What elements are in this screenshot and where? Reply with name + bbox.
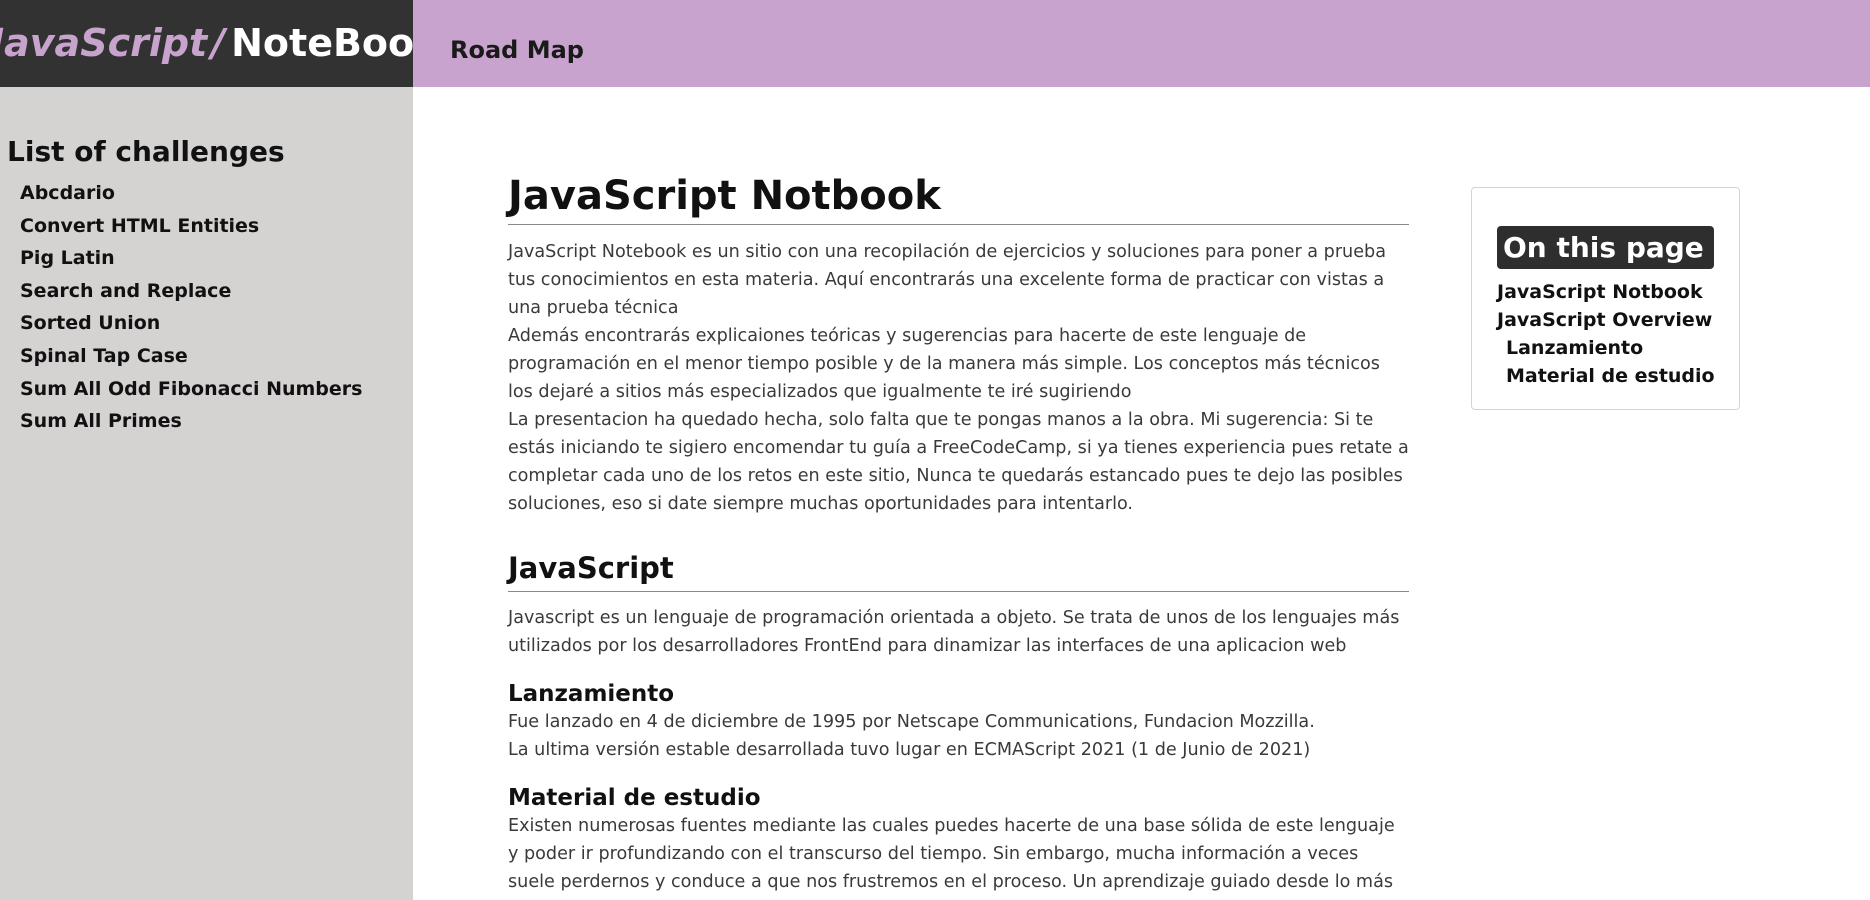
javascript-paragraph: Javascript es un lenguaje de programació…: [508, 608, 1400, 656]
intro-paragraph: La presentacion ha quedado hecha, solo f…: [508, 410, 1409, 514]
challenge-link-sum-all-primes[interactable]: Sum All Primes: [20, 405, 362, 438]
brand-logo[interactable]: JavaScript/NoteBook: [0, 0, 413, 87]
toc-link-lanzamiento[interactable]: Lanzamiento: [1497, 334, 1715, 362]
brand-text: JavaScript/NoteBook: [0, 20, 413, 66]
brand-javascript: JavaScript: [0, 21, 208, 65]
brand-slash: /: [211, 21, 226, 65]
toc-link-javascript-overview[interactable]: JavaScript Overview: [1497, 306, 1715, 334]
intro-paragraph: Además encontrarás explicaiones teóricas…: [508, 326, 1380, 402]
challenge-list: Abcdario Convert HTML Entities Pig Latin…: [20, 177, 362, 438]
challenge-link-spinal-tap-case[interactable]: Spinal Tap Case: [20, 340, 362, 373]
main-content: JavaScript Notbook JavaScript Notebook e…: [508, 87, 1409, 900]
toc-link-material-de-estudio[interactable]: Material de estudio: [1497, 362, 1715, 390]
page-title: JavaScript Notbook: [508, 172, 1409, 225]
challenge-link-sum-all-odd-fibonacci[interactable]: Sum All Odd Fibonacci Numbers: [20, 373, 362, 406]
brand-notebook: NoteBook: [231, 21, 413, 65]
on-this-page-toc: On this page JavaScript Notbook JavaScri…: [1471, 187, 1740, 410]
material-paragraph: Existen numerosas fuentes mediante las c…: [508, 816, 1395, 892]
lanzamiento-heading: Lanzamiento: [508, 681, 675, 707]
challenge-link-convert-html-entities[interactable]: Convert HTML Entities: [20, 210, 362, 243]
top-navbar: Road Map: [413, 0, 1870, 87]
javascript-heading: JavaScript: [508, 550, 1409, 592]
intro-section: JavaScript Notebook es un sitio con una …: [508, 238, 1409, 518]
challenge-link-sorted-union[interactable]: Sorted Union: [20, 307, 362, 340]
material-heading: Material de estudio: [508, 785, 761, 811]
toc-link-javascript-notbook[interactable]: JavaScript Notbook: [1497, 278, 1715, 306]
lanzamiento-line: La ultima versión estable desarrollada t…: [508, 740, 1311, 760]
challenges-sidebar: List of challenges Abcdario Convert HTML…: [0, 87, 413, 900]
page: JavaScript/NoteBook Road Map List of cha…: [0, 0, 1870, 900]
challenge-link-search-and-replace[interactable]: Search and Replace: [20, 275, 362, 308]
toc-list: JavaScript Notbook JavaScript Overview L…: [1497, 278, 1715, 390]
toc-title: On this page: [1497, 226, 1714, 269]
intro-paragraph: JavaScript Notebook es un sitio con una …: [508, 242, 1386, 318]
nav-link-road-map[interactable]: Road Map: [450, 35, 584, 65]
challenge-link-pig-latin[interactable]: Pig Latin: [20, 242, 362, 275]
challenge-link-abcdario[interactable]: Abcdario: [20, 177, 362, 210]
sidebar-title: List of challenges: [7, 135, 285, 168]
lanzamiento-line: Fue lanzado en 4 de diciembre de 1995 po…: [508, 712, 1315, 732]
